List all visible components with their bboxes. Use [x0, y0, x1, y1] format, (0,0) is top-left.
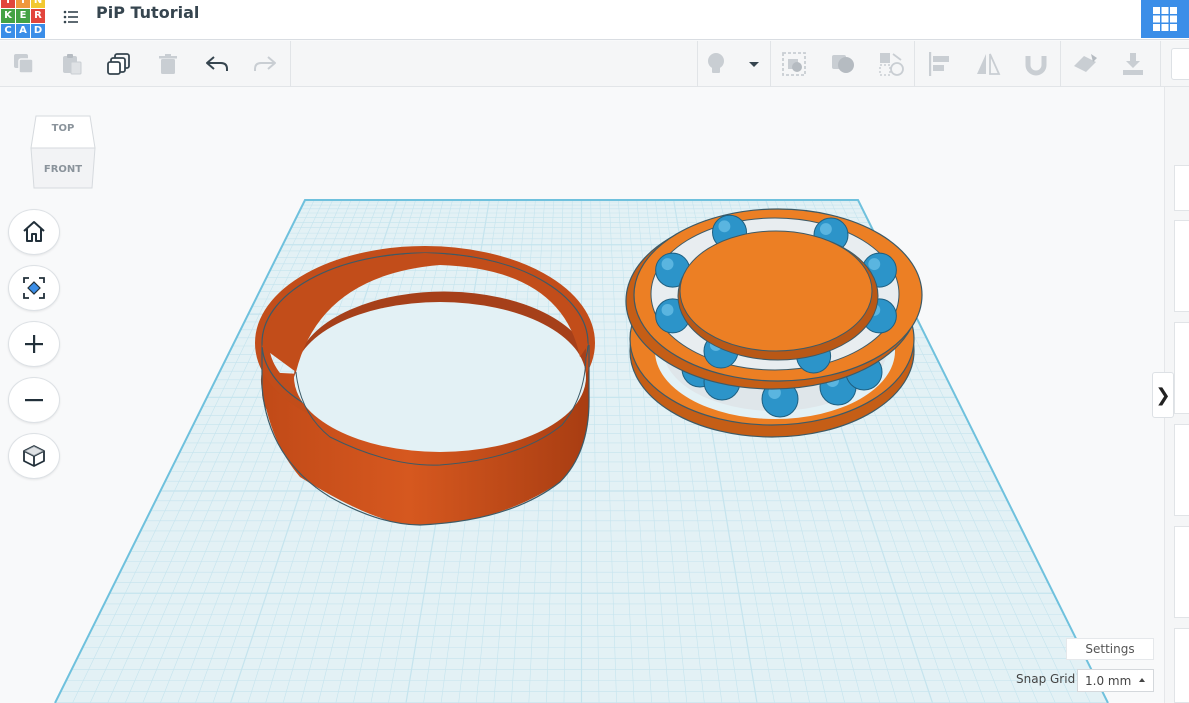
workplane-button[interactable]: [1071, 50, 1099, 78]
toolbar-separator: [697, 41, 698, 87]
notes-dropdown[interactable]: [741, 50, 767, 78]
magnet-icon: [1025, 56, 1047, 76]
mirror-icon: [977, 53, 1001, 75]
panel-card[interactable]: [1174, 628, 1189, 703]
paste-button[interactable]: [58, 50, 86, 78]
hole-solid-icon: [879, 53, 904, 76]
panel-card[interactable]: [1174, 322, 1189, 414]
delete-button[interactable]: [154, 50, 182, 78]
settings-button[interactable]: Settings: [1066, 638, 1154, 660]
logo-letter: D: [31, 24, 45, 38]
zoom-out-button[interactable]: [8, 377, 60, 423]
toolbar-separator: [1160, 41, 1161, 87]
plus-icon: [25, 335, 43, 353]
cube-perspective-icon: [23, 445, 45, 467]
redo-icon: [254, 56, 276, 71]
logo-letter: N: [31, 0, 45, 8]
logo-letter: I: [16, 0, 30, 8]
snap-grid-select[interactable]: 1.0 mm: [1077, 669, 1154, 692]
group-button[interactable]: [780, 50, 808, 78]
minus-icon: [25, 399, 43, 402]
home-view-button[interactable]: [8, 209, 60, 255]
perspective-toggle-button[interactable]: [8, 433, 60, 479]
fit-view-icon: [23, 277, 45, 299]
copy-icon: [14, 54, 34, 74]
fit-view-button[interactable]: [8, 265, 60, 311]
list-menu-icon: [63, 10, 78, 24]
align-icon: [929, 52, 949, 76]
lightbulb-icon: [708, 53, 724, 73]
tinkercad-editor: TIN KER CAD PiP Tutorial TOP FRONT ❯ Setti…: [0, 0, 1189, 703]
redo-button[interactable]: [251, 50, 279, 78]
snap-grid-value: 1.0 mm: [1085, 673, 1132, 688]
logo-letter: E: [16, 9, 30, 23]
snap-grid-label: Snap Grid: [1016, 672, 1076, 686]
dropdown-caret-icon: [749, 62, 759, 67]
duplicate-icon: [107, 53, 130, 75]
document-title[interactable]: PiP Tutorial: [96, 3, 199, 22]
workplane-viewport[interactable]: TOP FRONT: [0, 87, 1164, 703]
logo-letter: C: [1, 24, 15, 38]
ball-highlight: [718, 220, 731, 233]
paste-icon: [63, 54, 82, 75]
view-cube-front-label[interactable]: FRONT: [28, 164, 98, 175]
hole-solid-button[interactable]: [877, 50, 905, 78]
workplane-scene[interactable]: [0, 87, 1164, 703]
ball-highlight: [868, 258, 881, 271]
export-button[interactable]: [1171, 48, 1189, 80]
logo-letter: R: [31, 9, 45, 23]
panel-collapse-button[interactable]: ❯: [1152, 372, 1174, 418]
toolbar-separator: [770, 41, 771, 87]
ball-highlight: [819, 223, 832, 235]
copy-button[interactable]: [10, 50, 38, 78]
delete-icon: [159, 54, 177, 74]
view-cube[interactable]: TOP FRONT: [28, 112, 98, 192]
notes-button[interactable]: [702, 50, 730, 78]
editing-toolbar: [0, 41, 1189, 87]
toolbar-separator: [914, 41, 915, 87]
apps-grid-button[interactable]: [1141, 0, 1189, 38]
panel-card[interactable]: [1174, 526, 1189, 618]
ungroup-icon: [832, 55, 854, 73]
view-cube-top-label[interactable]: TOP: [28, 123, 98, 134]
workplane-icon: [1074, 54, 1097, 72]
import-icon: [1123, 53, 1143, 75]
title-bar: TIN KER CAD PiP Tutorial: [0, 0, 1189, 40]
undo-icon: [206, 56, 228, 71]
ungroup-button[interactable]: [829, 50, 857, 78]
align-button[interactable]: [926, 50, 954, 78]
mirror-button[interactable]: [974, 50, 1002, 78]
toolbar-separator: [1060, 41, 1061, 87]
ball-highlight: [661, 304, 674, 316]
panel-card[interactable]: [1174, 165, 1189, 211]
caret-up-icon: [1139, 678, 1145, 682]
group-icon: [782, 52, 806, 76]
panel-card[interactable]: [1174, 220, 1189, 312]
logo-letter: K: [1, 9, 15, 23]
logo-letter: T: [1, 0, 15, 8]
logo-letter: A: [16, 24, 30, 38]
design-menu-button[interactable]: [60, 6, 82, 28]
ball-highlight: [661, 258, 674, 271]
cruise-button[interactable]: [1022, 50, 1050, 78]
duplicate-button[interactable]: [105, 50, 133, 78]
print-in-place-bearing[interactable]: [625, 208, 923, 438]
home-icon: [23, 221, 45, 242]
toolbar-separator: [290, 41, 291, 87]
apps-grid-icon: [1153, 7, 1177, 31]
undo-button[interactable]: [203, 50, 231, 78]
tinkercad-logo[interactable]: TIN KER CAD: [1, 0, 45, 38]
panel-card[interactable]: [1174, 424, 1189, 516]
import-button[interactable]: [1119, 50, 1147, 78]
zoom-in-button[interactable]: [8, 321, 60, 367]
